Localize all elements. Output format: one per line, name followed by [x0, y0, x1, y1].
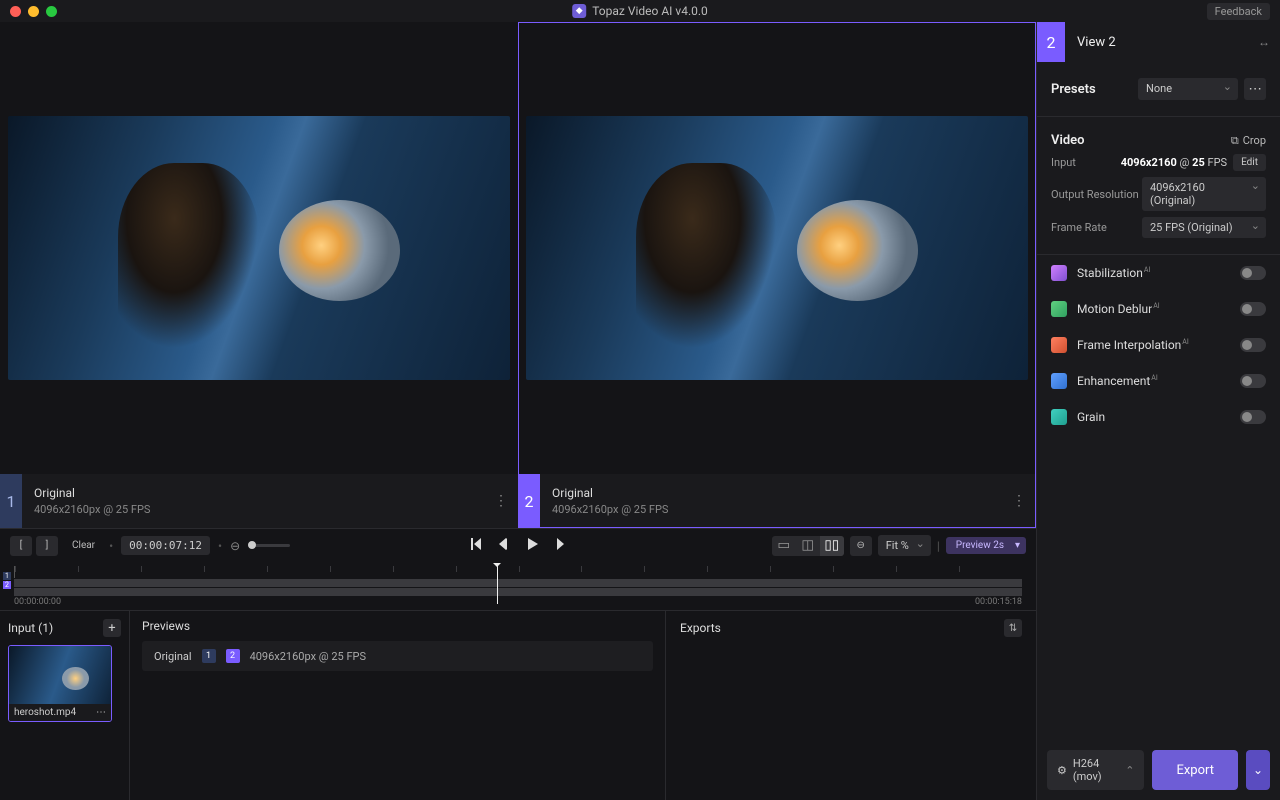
grain-row[interactable]: Grain	[1037, 399, 1280, 435]
layout-split-button[interactable]: ◫	[796, 536, 820, 556]
export-button[interactable]: Export	[1152, 750, 1238, 790]
view-menu-icon[interactable]: ⋮	[1002, 493, 1036, 509]
timecode-display[interactable]: 00:00:07:12	[121, 536, 210, 555]
exports-heading: Exports	[680, 621, 721, 635]
frame-interpolation-toggle[interactable]	[1240, 338, 1266, 352]
thumbnail-menu-icon[interactable]: ⋯	[96, 707, 106, 718]
feedback-button[interactable]: Feedback	[1207, 3, 1270, 20]
crop-icon: ⧉	[1231, 134, 1239, 148]
view-resolution: 4096x2160px @ 25 FPS	[34, 503, 472, 516]
enhancement-toggle[interactable]	[1240, 374, 1266, 388]
presets-label: Presets	[1051, 82, 1096, 97]
frame-interpolation-row[interactable]: Frame InterpolationAI	[1037, 327, 1280, 363]
view-pane-2[interactable]: 2 Original 4096x2160px @ 25 FPS ⋮	[518, 22, 1036, 528]
settings-panel: 2 View 2 ↔ Presets None ⋯ Video ⧉Crop In…	[1036, 22, 1280, 800]
video-label: Video	[1051, 133, 1085, 148]
previews-heading: Previews	[142, 619, 190, 633]
input-column: Input (1) + heroshot.mp4 ⋯	[0, 611, 130, 800]
view-menu-icon[interactable]: ⋮	[484, 493, 518, 509]
clear-button[interactable]: Clear	[66, 536, 101, 556]
preview-row[interactable]: Original 1 2 4096x2160px @ 25 FPS	[142, 641, 653, 671]
panel-title: View 2	[1065, 35, 1248, 50]
grain-toggle[interactable]	[1240, 410, 1266, 424]
timeline-start: 00:00:00:00	[14, 597, 61, 607]
motion-deblur-row[interactable]: Motion DeblurAI	[1037, 291, 1280, 327]
playhead[interactable]	[497, 564, 498, 604]
layout-segmented: ▭ ◫ ▯▯	[772, 536, 844, 556]
video-preview-1	[8, 116, 510, 381]
frame-interpolation-icon	[1051, 337, 1067, 353]
preview-badge-1: 1	[202, 649, 216, 663]
zoom-slider[interactable]	[248, 544, 290, 547]
codec-dropdown[interactable]: ⚙ H264 (mov)	[1047, 750, 1144, 790]
layout-single-button[interactable]: ▭	[772, 536, 796, 556]
timeline-end: 00:00:15:18	[975, 597, 1022, 607]
view-pane-1[interactable]: 1 Original 4096x2160px @ 25 FPS ⋮	[0, 22, 518, 528]
fit-dropdown[interactable]: Fit %	[878, 535, 931, 556]
track-1[interactable]	[14, 579, 1022, 587]
grain-icon	[1051, 409, 1067, 425]
video-preview-2	[526, 116, 1028, 381]
framerate-label: Frame Rate	[1051, 221, 1107, 234]
stabilization-row[interactable]: StabilizationAI	[1037, 255, 1280, 291]
go-start-button[interactable]	[468, 536, 484, 556]
mark-out-button[interactable]: ]	[36, 536, 58, 556]
preview-row-label: Original	[154, 650, 192, 663]
framerate-dropdown[interactable]: 25 FPS (Original)	[1142, 217, 1266, 238]
presets-dropdown[interactable]: None	[1138, 78, 1238, 100]
crop-button[interactable]: ⧉Crop	[1231, 134, 1266, 148]
titlebar: ◆ Topaz Video AI v4.0.0 Feedback	[0, 0, 1280, 22]
track-2[interactable]	[14, 588, 1022, 596]
stabilization-toggle[interactable]	[1240, 266, 1266, 280]
export-options-button[interactable]: ⌄	[1246, 750, 1270, 790]
view-label: Original	[34, 486, 472, 500]
thumbnail-image	[9, 646, 111, 704]
exports-sort-button[interactable]: ⇅	[1004, 619, 1022, 637]
preview-duration-dropdown[interactable]: Preview 2s	[946, 537, 1026, 554]
input-value: 4096x2160 @ 25 FPS	[1121, 156, 1227, 169]
thumbnail-filename: heroshot.mp4	[14, 707, 76, 718]
app-title: ◆ Topaz Video AI v4.0.0	[572, 4, 708, 18]
output-res-dropdown[interactable]: 4096x2160 (Original)	[1142, 177, 1266, 211]
input-edit-button[interactable]: Edit	[1233, 154, 1266, 171]
minimize-icon[interactable]	[28, 6, 39, 17]
motion-deblur-toggle[interactable]	[1240, 302, 1266, 316]
stabilization-icon	[1051, 265, 1067, 281]
close-icon[interactable]	[10, 6, 21, 17]
window-controls	[10, 6, 57, 17]
zoom-out-icon[interactable]: ⊖	[230, 539, 240, 553]
enhancement-row[interactable]: EnhancementAI	[1037, 363, 1280, 399]
app-logo-icon: ◆	[572, 4, 586, 18]
play-button[interactable]	[524, 536, 540, 556]
transport-bar: [ ] Clear • 00:00:07:12 • ⊖ ▭ ◫ ▯▯	[0, 528, 1036, 562]
input-label: Input	[1051, 156, 1076, 169]
enhancement-icon	[1051, 373, 1067, 389]
panel-view-badge: 2	[1037, 22, 1065, 62]
preview-badge-2: 2	[226, 649, 240, 663]
panel-expand-icon[interactable]: ↔	[1248, 35, 1280, 49]
view-badge-2: 2	[518, 474, 540, 528]
zoom-icon[interactable]	[46, 6, 57, 17]
motion-deblur-icon	[1051, 301, 1067, 317]
timeline[interactable]: 12 00:00:00:00 00:00:15:18	[0, 562, 1036, 610]
layout-dual-button[interactable]: ▯▯	[820, 536, 844, 556]
presets-more-button[interactable]: ⋯	[1244, 78, 1266, 100]
add-input-button[interactable]: +	[103, 619, 121, 637]
view-badge-1: 1	[0, 474, 22, 528]
previews-column: Previews Original 1 2 4096x2160px @ 25 F…	[130, 611, 666, 800]
step-forward-button[interactable]	[552, 536, 568, 556]
mark-in-button[interactable]: [	[10, 536, 32, 556]
gear-icon: ⚙	[1057, 764, 1067, 777]
output-res-label: Output Resolution	[1051, 188, 1139, 201]
step-back-button[interactable]	[496, 536, 512, 556]
exports-column: Exports ⇅	[666, 611, 1036, 800]
input-heading: Input (1)	[8, 621, 53, 635]
view-label: Original	[552, 486, 990, 500]
view-resolution: 4096x2160px @ 25 FPS	[552, 503, 990, 516]
input-thumbnail[interactable]: heroshot.mp4 ⋯	[8, 645, 112, 722]
fit-zoom-out-icon[interactable]: ⊖	[850, 536, 872, 556]
preview-row-info: 4096x2160px @ 25 FPS	[250, 650, 366, 663]
